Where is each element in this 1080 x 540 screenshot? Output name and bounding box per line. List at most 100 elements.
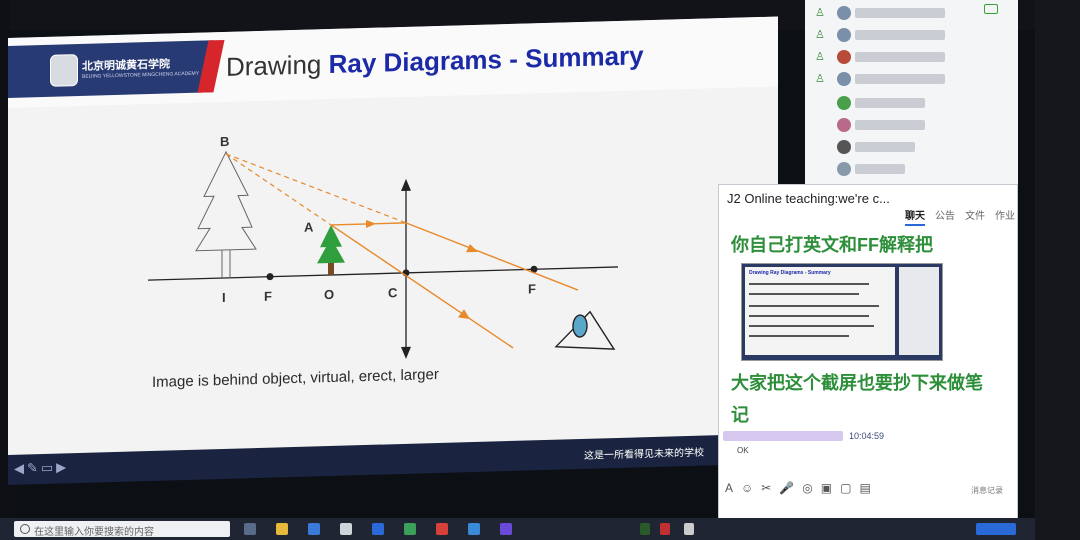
slide-header: 北京明诚黄石学院 BEIJING YELLOWSTONE MINGCHENG A… <box>8 16 778 109</box>
thumbnail-text-line <box>749 293 859 295</box>
avatar <box>837 140 851 154</box>
label-F-right: F <box>528 281 536 296</box>
search-icon <box>20 524 30 534</box>
ray-refracted <box>405 222 579 291</box>
participant-name-blurred <box>855 8 945 18</box>
font-icon[interactable]: A <box>725 481 741 495</box>
video-icon[interactable]: ◎ <box>802 481 820 495</box>
slide-title-plain: Drawing <box>226 49 329 82</box>
lens-arrow-bottom <box>401 346 411 359</box>
monitor-bezel-right <box>1035 0 1080 540</box>
image-icon[interactable]: ▣ <box>821 481 840 495</box>
tab-announcement[interactable]: 公告 <box>935 211 955 222</box>
label-C: C <box>388 285 398 300</box>
presentation-nav-icons[interactable]: ◀✎▭▶ <box>14 459 69 477</box>
participant-name-blurred <box>855 30 945 40</box>
message-history-link[interactable]: 消息记录 <box>971 485 1003 496</box>
thumbnail-text-line <box>749 305 879 307</box>
participant-row[interactable] <box>815 94 1005 112</box>
thumbnail-text-line <box>749 325 874 327</box>
slide-title-highlight: Ray Diagrams - Summary <box>328 40 644 80</box>
person-icon: ♙ <box>815 73 825 85</box>
chat-message-line: 大家把这个截屏也要抄下来做笔 <box>731 373 983 393</box>
participant-row[interactable] <box>815 160 1005 178</box>
app-icon[interactable] <box>500 523 512 535</box>
screenshot-icon[interactable]: ▤ <box>859 481 878 495</box>
chat-message-line: 记 <box>731 405 749 425</box>
participant-row[interactable] <box>815 138 1005 156</box>
avatar <box>837 6 851 20</box>
folder-icon[interactable]: ▢ <box>840 481 859 495</box>
tab-files[interactable]: 文件 <box>965 211 985 222</box>
thumbnail-sidebar <box>899 267 939 355</box>
ray-diagram: B A I F O C F <box>148 134 618 359</box>
slide-slogan: 这是一所看得见未来的学校 <box>584 447 704 462</box>
chat-message: 大家把这个截屏也要抄下来做笔 记 <box>731 367 983 431</box>
thumbnail-slide: Drawing Ray Diagrams - Summary <box>745 267 895 355</box>
focal-point-left <box>266 273 274 281</box>
participant-name-blurred <box>855 74 945 84</box>
emoji-icon[interactable]: ☺ <box>741 481 761 495</box>
participant-row[interactable]: ♙ <box>815 26 1005 44</box>
task-view-icon[interactable] <box>244 523 256 535</box>
avatar <box>837 96 851 110</box>
participant-row[interactable] <box>815 116 1005 134</box>
avatar <box>837 28 851 42</box>
edge-icon[interactable] <box>308 523 320 535</box>
taskbar-search[interactable]: 在这里输入你要搜索的内容 <box>14 521 230 538</box>
sender-name-blurred <box>723 431 843 441</box>
message-timestamp: 10:04:59 <box>849 431 885 441</box>
avatar <box>837 162 851 176</box>
chat-title: J2 Online teaching:we're c... <box>727 191 890 206</box>
label-B: B <box>220 134 229 149</box>
virtual-ray-1 <box>225 153 407 224</box>
microphone-muted-icon[interactable] <box>660 523 670 535</box>
participant-name-blurred <box>855 98 925 108</box>
thumbnail-text-line <box>749 335 849 337</box>
person-icon: ♙ <box>815 51 825 63</box>
label-A: A <box>304 219 314 234</box>
tray-icon[interactable] <box>640 523 650 535</box>
search-placeholder: 在这里输入你要搜索的内容 <box>34 527 154 538</box>
participant-row[interactable]: ♙ <box>815 4 1005 22</box>
tab-chat[interactable]: 聊天 <box>905 211 925 226</box>
send-button-taskbar[interactable] <box>976 523 1016 535</box>
app-icon[interactable] <box>372 523 384 535</box>
participant-row[interactable]: ♙ <box>815 48 1005 66</box>
reply-message: OK <box>737 446 749 455</box>
avatar <box>837 72 851 86</box>
ray-arrow-1 <box>366 220 376 229</box>
label-I: I <box>222 290 226 305</box>
participant-name-blurred <box>855 164 905 174</box>
avatar <box>837 50 851 64</box>
screenshot-thumbnail[interactable]: Drawing Ray Diagrams - Summary <box>741 263 943 361</box>
scissors-icon[interactable]: ✂ <box>761 481 779 495</box>
lens-arrow-top <box>401 178 411 192</box>
chat-input-toolbar: A☺✂🎤◎▣▢▤ <box>725 481 879 495</box>
participant-name-blurred <box>855 52 945 62</box>
chat-tabs: 聊天 公告 文件 作业 <box>905 207 1017 226</box>
store-icon[interactable] <box>340 523 352 535</box>
virtual-ray-2 <box>225 153 332 226</box>
school-crest-icon <box>50 54 78 87</box>
thumbnail-title: Drawing Ray Diagrams - Summary <box>749 270 831 276</box>
camera-icon[interactable] <box>984 4 998 14</box>
app-icon[interactable] <box>436 523 448 535</box>
eye-icon <box>554 310 616 350</box>
app-icon[interactable] <box>468 523 480 535</box>
file-explorer-icon[interactable] <box>276 523 288 535</box>
volume-icon[interactable] <box>684 523 694 535</box>
label-F-left: F <box>264 289 272 304</box>
image-tree <box>195 150 257 279</box>
participant-row[interactable]: ♙ <box>815 70 1005 88</box>
school-logo: 北京明诚黄石学院 BEIJING YELLOWSTONE MINGCHENG A… <box>8 40 213 98</box>
ray-through-centre <box>330 224 514 349</box>
ray-arrow-3 <box>458 309 470 320</box>
windows-taskbar: 在这里输入你要搜索的内容 <box>0 518 1035 540</box>
participant-list: ♙ ♙ ♙ ♙ <box>805 0 1018 185</box>
app-icon[interactable] <box>404 523 416 535</box>
tab-homework[interactable]: 作业 <box>995 211 1015 222</box>
participant-name-blurred <box>855 142 915 152</box>
chat-message: 你自己打英文和FF解释把 <box>731 235 933 255</box>
microphone-icon[interactable]: 🎤 <box>779 481 802 495</box>
